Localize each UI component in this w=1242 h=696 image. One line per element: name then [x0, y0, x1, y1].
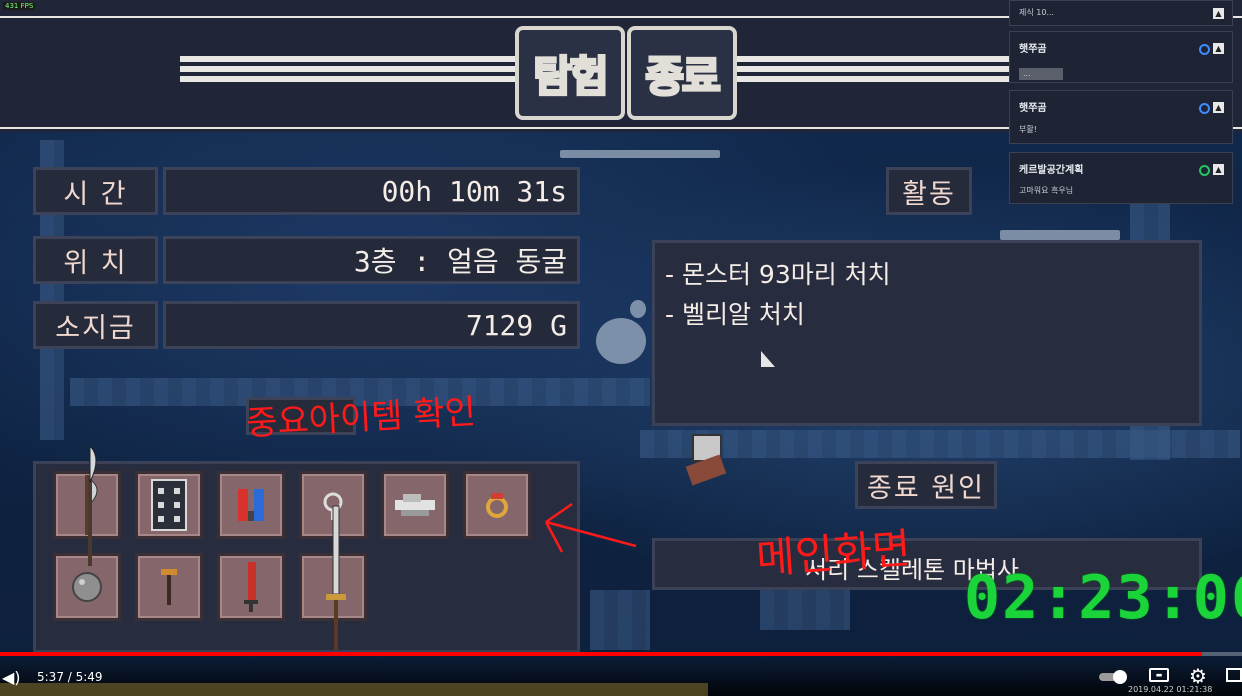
anvil-icon [384, 474, 446, 536]
chat-toggle[interactable] [1199, 165, 1210, 176]
subtitles-icon[interactable]: ▬ [1149, 668, 1169, 682]
gold-ring-icon [466, 474, 528, 536]
title-box-left: 탐험 [515, 26, 625, 120]
snowball [596, 318, 646, 364]
chat-card: 햇쭈곰 부활! ▲ [1009, 90, 1233, 144]
chat-up-button[interactable]: ▲ [1213, 102, 1224, 113]
buffer-bar [0, 683, 708, 696]
activity-item: - 몬스터 93마리 처치 [665, 260, 891, 289]
mace-icon [138, 556, 200, 618]
annotation-arrow-icon [544, 502, 637, 553]
chat-toggle[interactable] [1199, 44, 1210, 55]
snow-ledge [1000, 230, 1120, 240]
magnet-icon [220, 474, 282, 536]
progress-fill[interactable] [0, 652, 1203, 656]
location-value: 3층 : 얼음 동굴 [163, 236, 580, 284]
activity-panel: - 몬스터 93마리 처치 - 벨리알 처치 [652, 240, 1202, 426]
volume-icon[interactable]: ◀) [2, 668, 21, 687]
miniplayer-icon[interactable] [1226, 668, 1242, 682]
stream-timer: 02:23:06 [964, 563, 1242, 633]
fps-counter: 431 FPS [3, 2, 36, 10]
long-sword-icon [326, 505, 346, 650]
item-slot-magnet[interactable] [217, 471, 285, 539]
item-slot-ring[interactable] [463, 471, 531, 539]
activity-item: - 벨리알 처치 [665, 300, 805, 329]
item-slot-armor[interactable] [135, 471, 203, 539]
location-label: 위 치 [33, 236, 158, 284]
chat-up-button[interactable]: ▲ [1213, 8, 1224, 19]
snow-ledge [560, 150, 720, 158]
player-character [685, 434, 727, 490]
title-right: 종료 [644, 50, 722, 102]
chat-message: ... [1019, 68, 1063, 80]
grid-armor-icon [138, 474, 200, 536]
title-box-right: 종료 [627, 26, 737, 120]
gold-label: 소지금 [33, 301, 158, 349]
game-screen: 탐험 종료 431 FPS 시 간 00h 10m 31s 위 치 3층 : 얼… [0, 0, 1242, 696]
item-slot-blade[interactable] [217, 553, 285, 621]
red-blade-icon [220, 556, 282, 618]
time-display: 5:37 / 5:49 [37, 670, 103, 684]
ice-block [760, 590, 850, 630]
time-value: 00h 10m 31s [163, 167, 580, 215]
chat-card: 제식 10... ▲ [1009, 0, 1233, 26]
item-slot-anvil[interactable] [381, 471, 449, 539]
chat-message: 고마워요 흑우님 [1019, 186, 1074, 195]
chat-card: 케르발공간계획 고마워요 흑우님 ▲ [1009, 152, 1233, 204]
halberd-shaft-icon [88, 446, 97, 566]
time-label: 시 간 [33, 167, 158, 215]
timestamp-watermark: 2019.04.22 01:21:38 [1128, 685, 1213, 694]
snowball [630, 300, 646, 318]
chat-toggle[interactable] [1199, 103, 1210, 114]
chat-card: 햇쭈곰 ... ▲ [1009, 31, 1233, 83]
item-slot-mace[interactable] [135, 553, 203, 621]
activity-label: 활동 [886, 167, 972, 215]
items-panel [33, 446, 580, 653]
chat-message: 제식 10... [1019, 8, 1055, 17]
chat-up-button[interactable]: ▲ [1213, 43, 1224, 54]
chat-username: 햇쭈곰 [1019, 103, 1047, 114]
mouse-cursor-icon [761, 351, 775, 367]
gold-value: 7129 G [163, 301, 580, 349]
header-stripe-left [180, 52, 516, 86]
autoplay-toggle[interactable] [1099, 670, 1129, 684]
title-left: 탐험 [532, 50, 610, 102]
chat-up-button[interactable]: ▲ [1213, 164, 1224, 175]
chat-message: 부활! [1019, 125, 1037, 134]
chat-username: 케르발공간계획 [1019, 165, 1084, 176]
annotation-main-screen: 메인화면 [754, 523, 913, 584]
end-reason-label: 종료 원인 [855, 461, 997, 509]
ice-block [590, 590, 650, 650]
chat-username: 햇쭈곰 [1019, 44, 1047, 55]
